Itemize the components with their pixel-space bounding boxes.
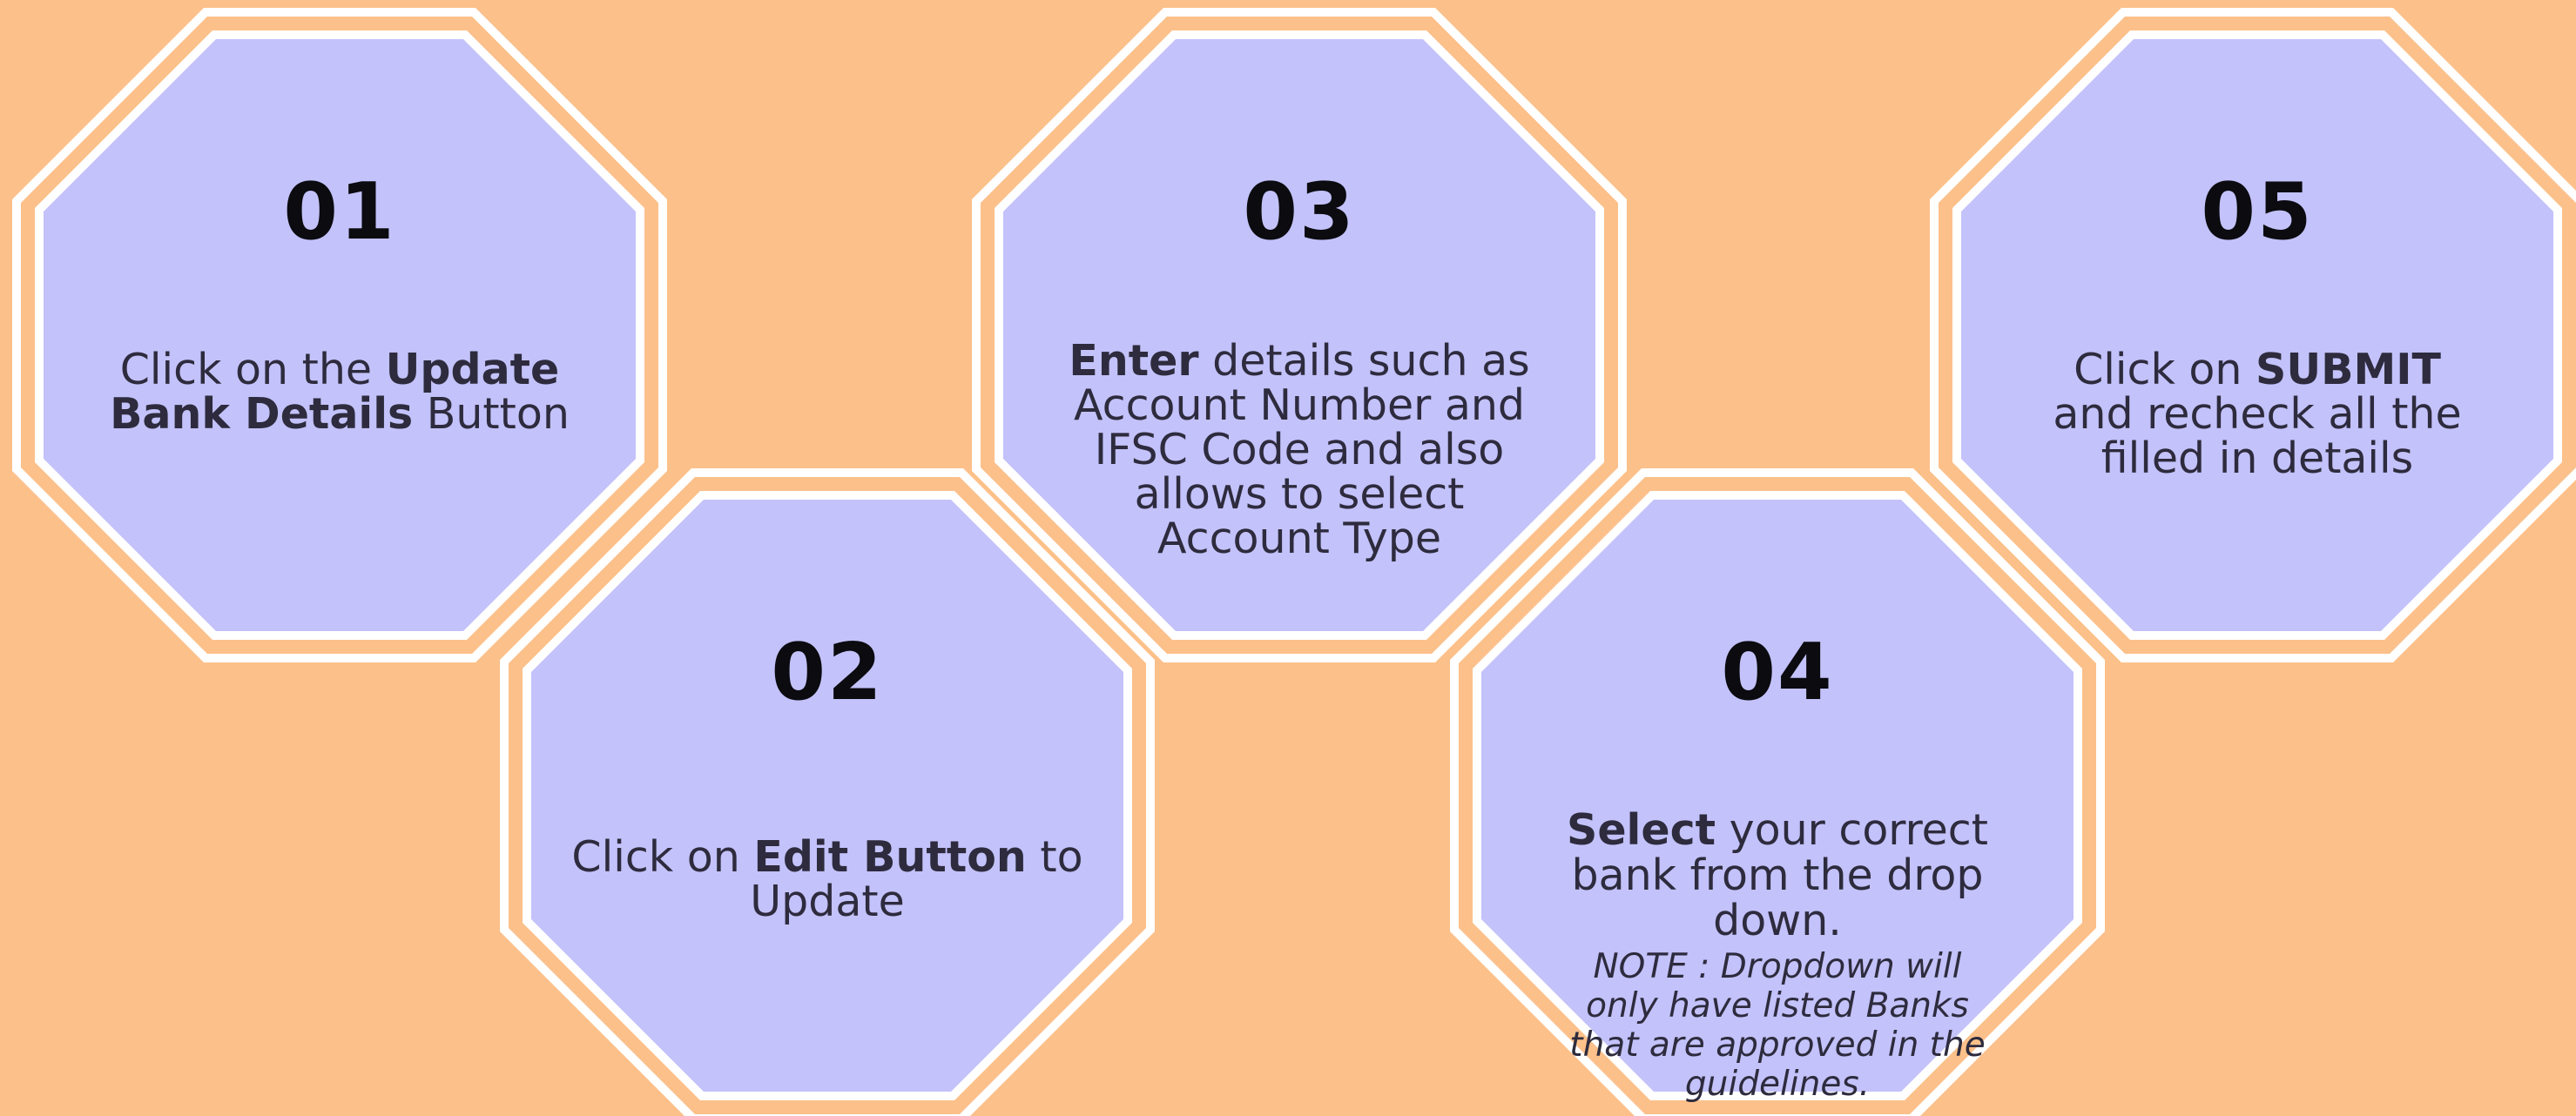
step-description: Click on Edit Button to Update — [566, 835, 1089, 924]
step-description: Select your correct bank from the drop d… — [1560, 805, 1995, 1105]
step-description: Click on SUBMIT and recheck all the fill… — [2031, 347, 2484, 481]
desc-text-after: Button — [413, 389, 570, 439]
step-05-octagon: 05 Click on SUBMIT and recheck all the f… — [1930, 8, 2576, 662]
desc-text-before: Click on the — [119, 345, 386, 394]
step-number: 03 — [1243, 166, 1356, 258]
step-note: NOTE : Dropdown will only have listed Ba… — [1569, 947, 1986, 1104]
desc-bold-text: Select — [1567, 805, 1716, 855]
desc-text-before: Click on — [571, 832, 754, 882]
step-number: 01 — [283, 166, 396, 258]
step-number: 05 — [2201, 166, 2314, 258]
desc-bold-text: Enter — [1069, 336, 1199, 386]
desc-text-after: and recheck all the filled in details — [2053, 389, 2462, 483]
desc-bold-text: SUBMIT — [2256, 345, 2441, 394]
step-description: Click on the Update Bank Details Button — [96, 347, 583, 436]
desc-text-before: Click on — [2074, 345, 2256, 394]
desc-bold-text: Edit Button — [753, 832, 1027, 882]
